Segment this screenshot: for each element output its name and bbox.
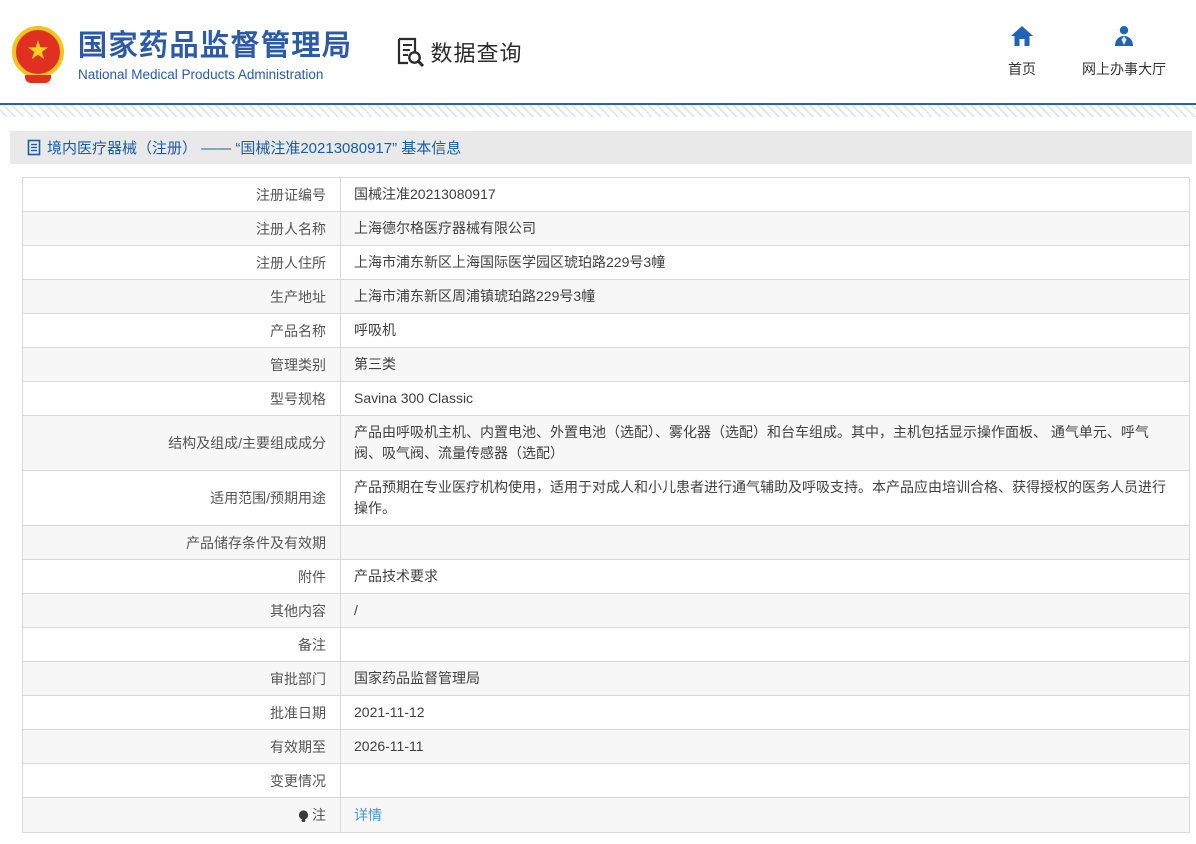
document-icon: [27, 139, 42, 156]
table-row: 产品储存条件及有效期: [23, 526, 1189, 560]
row-label: 产品储存条件及有效期: [23, 526, 341, 559]
row-value: [341, 628, 1189, 661]
table-row: 结构及组成/主要组成成分产品由呼吸机主机、内置电池、外置电池（选配）、雾化器（选…: [23, 416, 1189, 471]
row-value: 上海德尔格医疗器械有限公司: [341, 212, 1189, 245]
row-value: 产品技术要求: [341, 560, 1189, 593]
row-value: 呼吸机: [341, 314, 1189, 347]
table-row: 附件产品技术要求: [23, 560, 1189, 594]
row-label: 注册人名称: [23, 212, 341, 245]
row-label: 注册人住所: [23, 246, 341, 279]
table-row: 注册人住所上海市浦东新区上海国际医学园区琥珀路229号3幢: [23, 246, 1189, 280]
home-icon: [1010, 25, 1034, 52]
brand-title-cn: 国家药品监督管理局: [78, 22, 353, 64]
row-value: [341, 526, 1189, 559]
detail-link[interactable]: 详情: [354, 805, 382, 826]
page-title-bar: 境内医疗器械（注册） —— “国械注准20213080917” 基本信息: [10, 131, 1192, 164]
brand-logo[interactable]: ★ 国家药品监督管理局 National Medical Products Ad…: [12, 22, 353, 82]
row-label: 其他内容: [23, 594, 341, 627]
table-row: 批准日期2021-11-12: [23, 696, 1189, 730]
nav-home-label: 首页: [1008, 59, 1036, 79]
row-value: 2021-11-12: [341, 696, 1189, 729]
table-row: 有效期至2026-11-11: [23, 730, 1189, 764]
header-divider-stripes: [0, 105, 1196, 117]
nav-home[interactable]: 首页: [1008, 25, 1036, 79]
row-value: 上海市浦东新区周浦镇琥珀路229号3幢: [341, 280, 1189, 313]
table-row: 审批部门国家药品监督管理局: [23, 662, 1189, 696]
note-icon: [298, 810, 309, 823]
row-label: 适用范围/预期用途: [23, 471, 341, 525]
row-label: 注册证编号: [23, 178, 341, 211]
row-value: /: [341, 594, 1189, 627]
row-value: Savina 300 Classic: [341, 382, 1189, 415]
row-label: 管理类别: [23, 348, 341, 381]
table-row: 产品名称呼吸机: [23, 314, 1189, 348]
table-row: 变更情况: [23, 764, 1189, 798]
page-title: 境内医疗器械（注册） —— “国械注准20213080917” 基本信息: [47, 137, 461, 158]
row-label: 产品名称: [23, 314, 341, 347]
row-label: 附件: [23, 560, 341, 593]
row-value: 产品预期在专业医疗机构使用，适用于对成人和小儿患者进行通气辅助及呼吸支持。本产品…: [341, 471, 1189, 525]
table-row: 注详情: [23, 798, 1189, 832]
user-icon: [1113, 25, 1135, 52]
row-value: 详情: [341, 798, 1189, 832]
row-value: 第三类: [341, 348, 1189, 381]
row-value: 产品由呼吸机主机、内置电池、外置电池（选配）、雾化器（选配）和台车组成。其中，主…: [341, 416, 1189, 470]
row-value: 国械注准20213080917: [341, 178, 1189, 211]
brand-text: 国家药品监督管理局 National Medical Products Admi…: [78, 22, 353, 82]
document-search-icon: [395, 36, 425, 68]
section-label: 数据查询: [431, 36, 523, 68]
table-row: 注册证编号国械注准20213080917: [23, 178, 1189, 212]
brand-title-en: National Medical Products Administration: [78, 67, 353, 82]
national-emblem-icon: ★: [12, 26, 64, 78]
star-icon: ★: [26, 37, 49, 63]
row-label: 变更情况: [23, 764, 341, 797]
table-row: 管理类别第三类: [23, 348, 1189, 382]
row-label: 生产地址: [23, 280, 341, 313]
row-label: 有效期至: [23, 730, 341, 763]
table-row: 型号规格Savina 300 Classic: [23, 382, 1189, 416]
site-header: ★ 国家药品监督管理局 National Medical Products Ad…: [0, 0, 1196, 103]
row-label: 审批部门: [23, 662, 341, 695]
row-label: 备注: [23, 628, 341, 661]
row-value: 国家药品监督管理局: [341, 662, 1189, 695]
table-row: 适用范围/预期用途产品预期在专业医疗机构使用，适用于对成人和小儿患者进行通气辅助…: [23, 471, 1189, 526]
row-value: 2026-11-11: [341, 730, 1189, 763]
nav-service-hall-label: 网上办事大厅: [1082, 59, 1166, 79]
row-label: 注: [23, 798, 341, 832]
table-row: 生产地址上海市浦东新区周浦镇琥珀路229号3幢: [23, 280, 1189, 314]
registration-info-table: 注册证编号国械注准20213080917注册人名称上海德尔格医疗器械有限公司注册…: [22, 177, 1190, 833]
header-nav: 首页 网上办事大厅: [1008, 25, 1166, 79]
row-label: 结构及组成/主要组成成分: [23, 416, 341, 470]
nav-online-service-hall[interactable]: 网上办事大厅: [1082, 25, 1166, 79]
table-row: 其他内容/: [23, 594, 1189, 628]
table-row: 备注: [23, 628, 1189, 662]
row-label: 型号规格: [23, 382, 341, 415]
row-value: [341, 764, 1189, 797]
table-row: 注册人名称上海德尔格医疗器械有限公司: [23, 212, 1189, 246]
row-value: 上海市浦东新区上海国际医学园区琥珀路229号3幢: [341, 246, 1189, 279]
data-query-section[interactable]: 数据查询: [395, 36, 523, 68]
row-label: 批准日期: [23, 696, 341, 729]
